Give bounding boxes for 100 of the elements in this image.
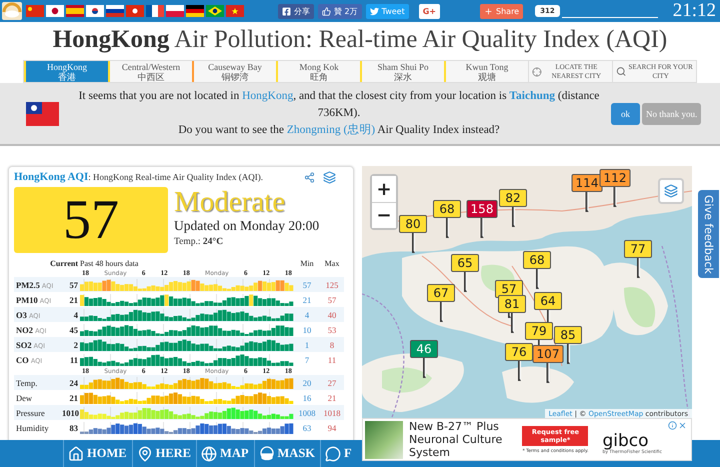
aqi-marker[interactable]: 64 — [534, 292, 562, 310]
max-value: 21 — [326, 392, 338, 402]
brand-logo: gibco — [602, 432, 649, 450]
current-value: 21 — [68, 294, 78, 304]
aqi-marker[interactable]: 107 — [532, 345, 564, 363]
min-value: 4 — [304, 310, 310, 320]
marker-pin — [512, 207, 514, 227]
marker-pin — [464, 272, 466, 292]
photo-placeholder — [365, 420, 403, 458]
aqi-marker[interactable]: 77 — [624, 240, 652, 258]
nav-item[interactable]: HERE — [132, 440, 196, 467]
max-value: 57 — [326, 294, 338, 304]
max-value: 94 — [326, 422, 338, 432]
marker-pin — [636, 258, 640, 278]
aqi-marker[interactable]: 67 — [427, 284, 455, 302]
flag-icon[interactable] — [106, 5, 124, 17]
max-value: 40 — [326, 310, 338, 320]
temperature: Temp.: 24°C — [174, 237, 224, 247]
notice-text: Do you want to see the Zhongming (忠明) Air Quality Index instead? — [177, 122, 501, 138]
min-value: 16 — [302, 392, 312, 402]
marker-pin — [422, 358, 426, 378]
face-mask-icon — [258, 446, 274, 462]
aqi-marker[interactable]: 114 — [572, 174, 602, 192]
like-share-button[interactable]: 贊 2万 — [318, 4, 362, 18]
aqi-marker[interactable]: 68 — [433, 200, 461, 218]
clock-time: 21:12 — [672, 0, 716, 22]
city-tab[interactable]: HongKong 香港 — [24, 61, 108, 82]
thumbs-up-icon — [322, 6, 331, 16]
current-value: 21 — [68, 392, 78, 402]
close-icon[interactable] — [678, 421, 687, 430]
house-icon — [68, 446, 84, 462]
card-title: HongKong AQI: HongKong Real-time Air Quality Index (AQI). — [14, 171, 263, 183]
flag-icon[interactable] — [46, 5, 64, 17]
marker-pin — [412, 233, 414, 253]
min-value: 10 — [302, 324, 312, 334]
gplus-share-button[interactable]: G+ — [418, 4, 440, 18]
pollutant-label: Dew — [15, 392, 34, 402]
facebook-icon — [282, 6, 291, 16]
flag-icon — [26, 102, 59, 126]
flag-icon[interactable] — [206, 5, 224, 17]
ok-button[interactable]: ok — [611, 102, 640, 124]
nav-item[interactable]: F — [320, 440, 352, 467]
current-value: 45 — [68, 324, 78, 334]
marker-pin — [546, 363, 550, 383]
share-icon[interactable] — [304, 172, 315, 182]
min-value: 7 — [304, 354, 310, 364]
flag-icon[interactable] — [146, 5, 164, 17]
current-value: 11 — [68, 354, 78, 364]
aqi-marker[interactable]: 79 — [525, 322, 553, 340]
aqi-marker[interactable]: 112 — [600, 169, 630, 187]
notice-text: It seems that you are not located in HongKong, and that the closest city from your location is Taichung (distance 736KM). — [78, 89, 600, 121]
column-header: Past 48 hours data — [80, 259, 140, 269]
min-value: 63 — [302, 422, 312, 432]
flag-icon[interactable] — [186, 5, 204, 17]
max-value: 27 — [326, 378, 338, 388]
marker-pin — [440, 302, 442, 322]
nav-item[interactable]: HOME — [63, 440, 132, 467]
aqi-marker[interactable]: 65 — [451, 254, 479, 272]
current-value: 24 — [68, 378, 78, 388]
current-value: 83 — [68, 422, 78, 432]
layers-icon[interactable] — [323, 170, 336, 184]
pollutant-label: Temp. — [15, 378, 38, 388]
aqi-marker[interactable]: 82 — [499, 189, 527, 207]
search-icon — [616, 65, 626, 78]
aqi-marker[interactable]: 76 — [505, 343, 533, 361]
marker-pin — [536, 269, 538, 289]
max-value: 125 — [324, 280, 340, 290]
column-header: Min — [299, 259, 315, 269]
aqi-value: 57 — [14, 187, 168, 253]
pollutant-label: Humidity — [15, 422, 50, 432]
min-value: 21 — [302, 294, 312, 304]
current-value: 1010 — [62, 408, 78, 418]
info-icon[interactable] — [668, 421, 677, 430]
updated-time: Updated on Monday 20:00 — [174, 218, 320, 234]
current-value: 4 — [72, 310, 78, 320]
pollutant-label: Pressure — [15, 408, 46, 418]
flag-icon[interactable] — [86, 5, 104, 17]
aqi-marker[interactable]: 68 — [523, 251, 551, 269]
nav-item[interactable]: MASK — [254, 440, 320, 467]
marker-pin — [518, 361, 520, 381]
feedback-tab[interactable]: Give feedback — [698, 190, 719, 278]
max-value: 53 — [326, 324, 338, 334]
max-value: 11 — [326, 354, 338, 364]
bird-icon — [370, 6, 379, 16]
chat-bubble-icon — [325, 446, 341, 462]
aqi-marker[interactable]: 81 — [498, 295, 526, 313]
aqi-marker[interactable]: 85 — [554, 326, 582, 344]
facebook-share-button[interactable]: 分享 — [278, 4, 314, 18]
min-value: 57 — [302, 280, 312, 290]
layers-button[interactable] — [658, 178, 684, 204]
max-value: 1018 — [322, 408, 342, 418]
aqi-marker[interactable]: 158 — [466, 200, 498, 218]
marker-pin — [566, 344, 570, 364]
aqi-marker[interactable]: 80 — [399, 215, 427, 233]
layers-icon — [664, 184, 678, 198]
nav-item[interactable]: MAP — [196, 440, 254, 467]
zoom-out-button[interactable]: − — [372, 202, 396, 228]
aqi-marker[interactable]: 46 — [410, 340, 438, 358]
marker-pin — [446, 218, 448, 238]
page-title: HongKong Air Pollution: Real-time Air Quality Index (AQI) — [52, 25, 668, 55]
